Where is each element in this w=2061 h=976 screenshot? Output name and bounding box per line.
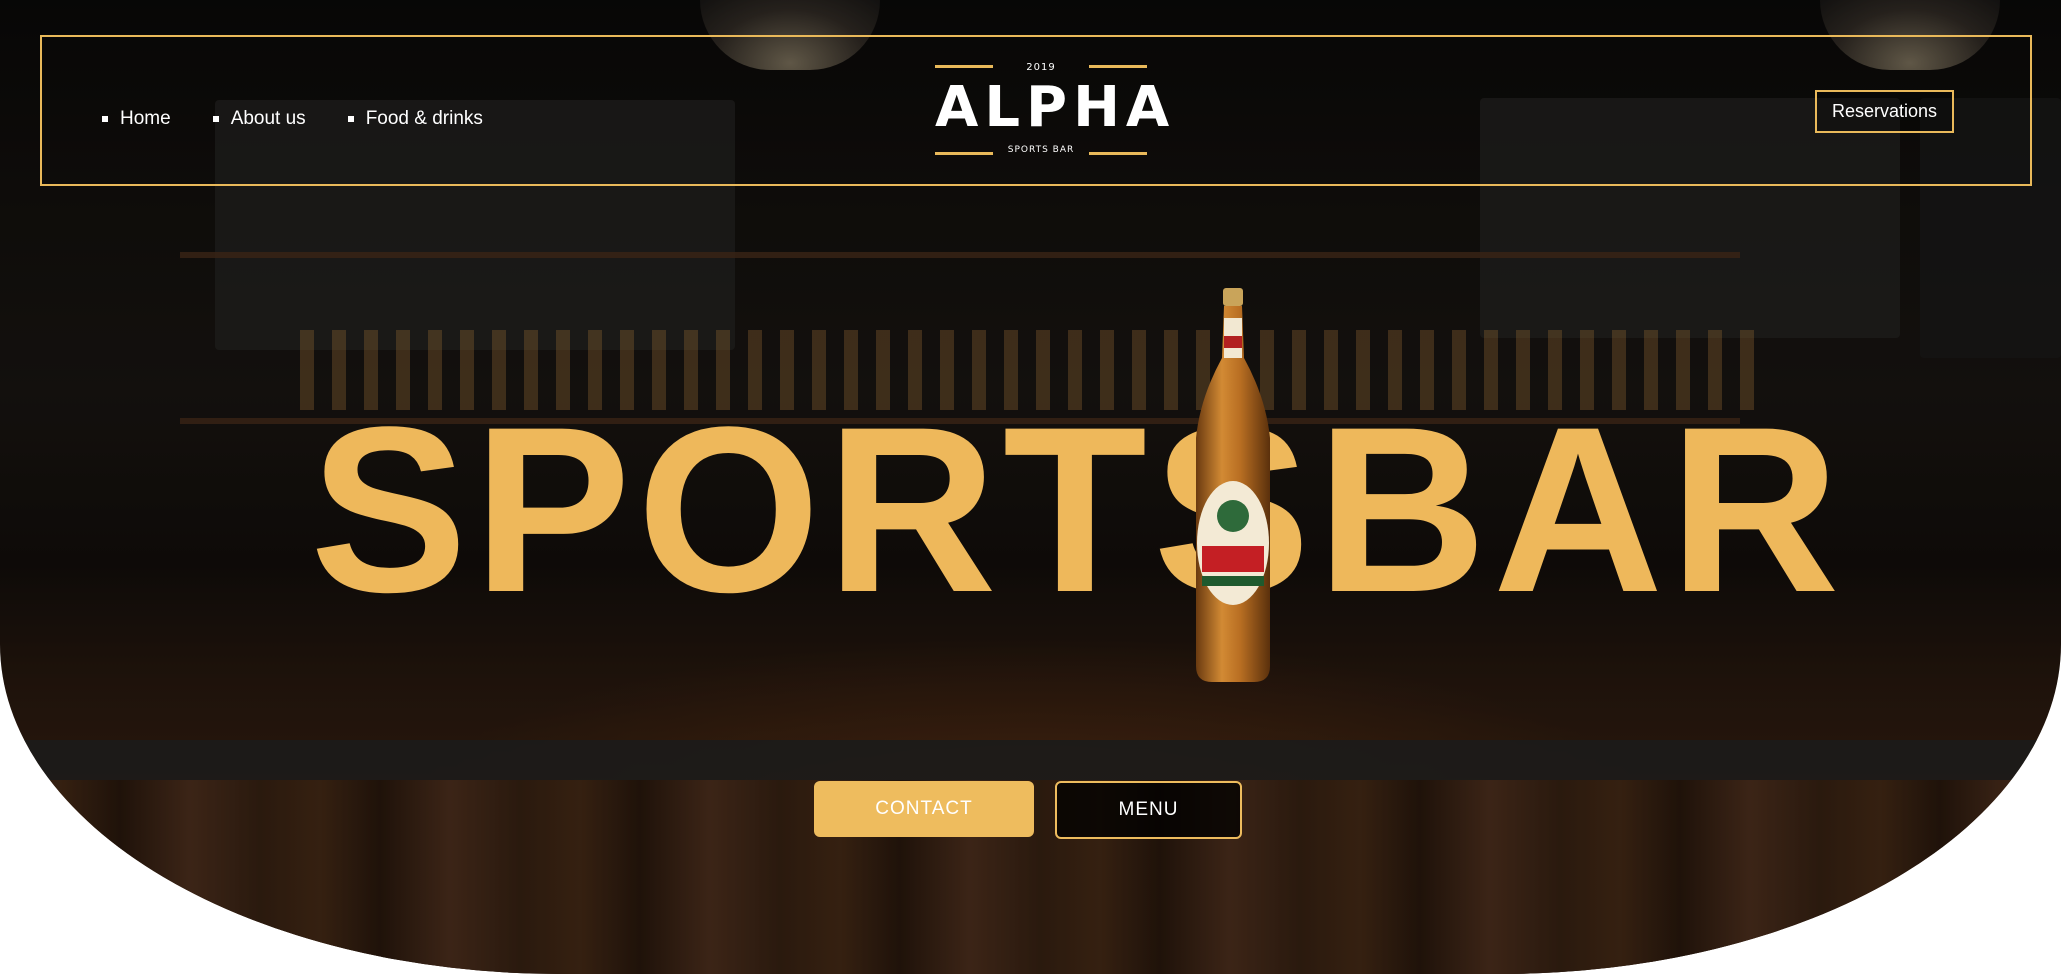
beer-bottle-image — [1196, 288, 1270, 682]
nav-label: Home — [120, 108, 171, 129]
nav-item-food-drinks[interactable]: Food & drinks — [347, 108, 483, 130]
logo-line — [1089, 65, 1147, 68]
reservations-button[interactable]: Reservations — [1815, 90, 1954, 133]
logo-year-row: 2019 — [935, 60, 1147, 73]
main-nav: Home About us Food & drinks — [102, 108, 483, 130]
nav-item-about[interactable]: About us — [212, 108, 306, 130]
hero-section: Home About us Food & drinks 2019 ALPHA S… — [0, 0, 2061, 974]
bullet-icon — [212, 116, 219, 122]
bullet-icon — [347, 116, 354, 122]
nav-label: About us — [230, 108, 306, 129]
hero-title: SPORTSBAR — [310, 378, 1846, 642]
bullet-icon — [102, 116, 108, 122]
nav-label: Food & drinks — [365, 108, 483, 129]
contact-button[interactable]: CONTACT — [814, 781, 1034, 837]
logo-name: ALPHA — [935, 75, 1176, 140]
logo-line — [1089, 152, 1147, 155]
nav-item-home[interactable]: Home — [102, 108, 171, 130]
site-logo[interactable]: 2019 ALPHA SPORTS BAR — [935, 60, 1176, 160]
menu-button[interactable]: MENU — [1055, 781, 1242, 839]
